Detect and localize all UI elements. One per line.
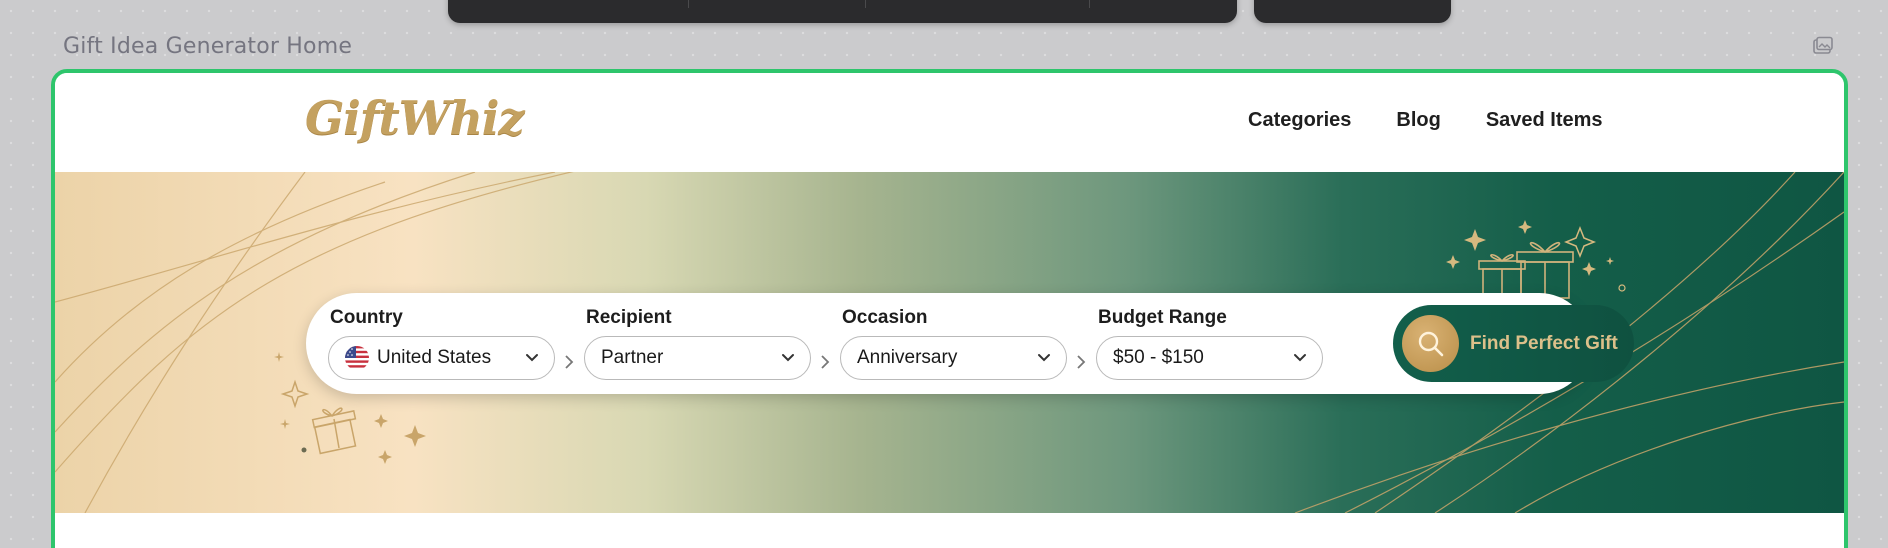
budget-select[interactable]: $50 - $150 bbox=[1096, 336, 1323, 380]
occasion-select[interactable]: Anniversary bbox=[840, 336, 1067, 380]
chevron-down-icon bbox=[526, 354, 538, 362]
nav-links: Categories Blog Saved Items bbox=[1248, 109, 1648, 132]
us-flag-icon bbox=[345, 346, 369, 370]
image-icon[interactable] bbox=[1812, 36, 1834, 56]
navbar: GiftWhiz Categories Blog Saved Items bbox=[55, 73, 1844, 172]
page-frame: GiftWhiz Categories Blog Saved Items Cou… bbox=[51, 69, 1848, 548]
chevron-down-icon bbox=[1294, 354, 1306, 362]
occasion-label: Occasion bbox=[842, 307, 928, 328]
recipient-field: Recipient Partner bbox=[584, 307, 811, 380]
chevron-down-icon bbox=[782, 354, 794, 362]
country-field: Country United States bbox=[328, 307, 555, 380]
budget-value: $50 - $150 bbox=[1113, 347, 1204, 368]
occasion-field: Occasion Anniversary bbox=[840, 307, 1067, 380]
recipient-value: Partner bbox=[601, 347, 664, 368]
search-icon bbox=[1402, 315, 1459, 372]
hero-banner: Country United States Recipient Partner … bbox=[55, 172, 1844, 513]
gift-search-bar: Country United States Recipient Partner … bbox=[306, 293, 1634, 394]
toolbar-divider bbox=[865, 0, 866, 8]
floating-toolbar bbox=[448, 0, 1237, 23]
nav-link-saved-items[interactable]: Saved Items bbox=[1486, 109, 1603, 132]
logo[interactable]: GiftWhiz bbox=[305, 91, 524, 145]
gift-icon bbox=[311, 407, 357, 455]
country-value: United States bbox=[377, 347, 492, 368]
country-select[interactable]: United States bbox=[328, 336, 555, 380]
floating-toolbar-secondary bbox=[1254, 0, 1451, 23]
budget-field: Budget Range $50 - $150 bbox=[1096, 307, 1323, 380]
chevron-right-icon bbox=[565, 355, 574, 369]
frame-title: Gift Idea Generator Home bbox=[63, 34, 353, 59]
find-perfect-gift-label: Find Perfect Gift bbox=[1470, 332, 1618, 354]
find-perfect-gift-button[interactable]: Find Perfect Gift bbox=[1393, 305, 1634, 382]
toolbar-divider bbox=[1089, 0, 1090, 8]
gift-icon bbox=[1478, 242, 1574, 299]
occasion-value: Anniversary bbox=[857, 347, 958, 368]
recipient-select[interactable]: Partner bbox=[584, 336, 811, 380]
nav-link-blog[interactable]: Blog bbox=[1396, 109, 1440, 132]
chevron-right-icon bbox=[821, 355, 830, 369]
toolbar-divider bbox=[688, 0, 689, 8]
nav-link-categories[interactable]: Categories bbox=[1248, 109, 1351, 132]
recipient-label: Recipient bbox=[586, 307, 672, 328]
budget-label: Budget Range bbox=[1098, 307, 1227, 328]
chevron-down-icon bbox=[1038, 354, 1050, 362]
country-label: Country bbox=[330, 307, 403, 328]
chevron-right-icon bbox=[1077, 355, 1086, 369]
